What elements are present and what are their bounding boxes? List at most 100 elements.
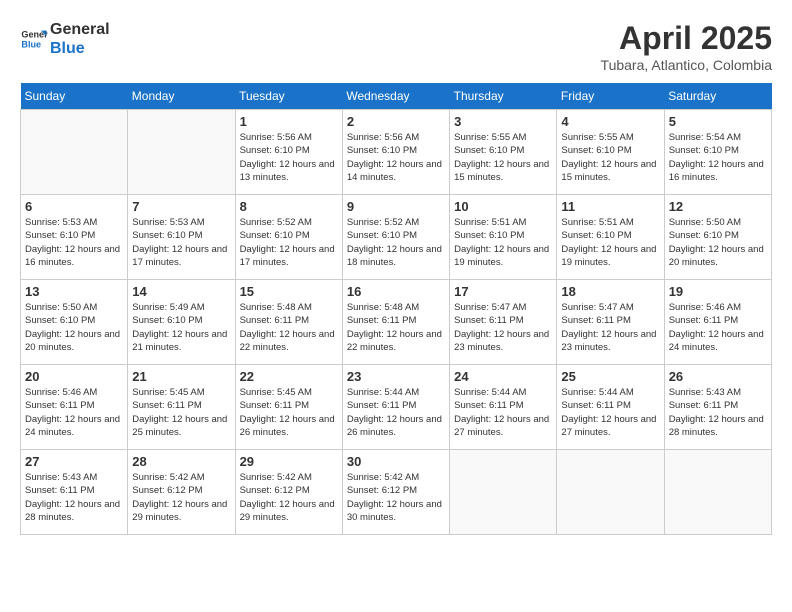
calendar-cell: 22 Sunrise: 5:45 AM Sunset: 6:11 PM Dayli… — [235, 365, 342, 450]
calendar-cell: 13 Sunrise: 5:50 AM Sunset: 6:10 PM Dayli… — [21, 280, 128, 365]
calendar-cell: 24Sunrise: 5:44 AM Sunset: 6:11 PM Dayli… — [450, 365, 557, 450]
logo-icon: General Blue — [20, 25, 48, 53]
day-number: 22 — [240, 369, 338, 384]
day-number: 8 — [240, 199, 338, 214]
day-number: 13 — [25, 284, 123, 299]
calendar-cell: 2 Sunrise: 5:56 AM Sunset: 6:10 PM Daylig… — [342, 110, 449, 195]
calendar-table: SundayMondayTuesdayWednesdayThursdayFrid… — [20, 83, 772, 535]
day-number: 1 — [240, 114, 338, 129]
day-info: Sunrise: 5:56 AM Sunset: 6:10 PM Dayligh… — [240, 131, 338, 184]
calendar-cell: 17 Sunrise: 5:47 AM Sunset: 6:11 PM Dayli… — [450, 280, 557, 365]
day-number: 10 — [454, 199, 552, 214]
day-info: Sunrise: 5:47 AM Sunset: 6:11 PM Dayligh… — [561, 301, 659, 354]
calendar-cell: 21 Sunrise: 5:45 AM Sunset: 6:11 PM Dayli… — [128, 365, 235, 450]
day-info: Sunrise: 5:42 AM Sunset: 6:12 PM Dayligh… — [347, 471, 445, 524]
week-row: 1 Sunrise: 5:56 AM Sunset: 6:10 PM Daylig… — [21, 110, 772, 195]
logo-text-block: General Blue — [50, 20, 110, 58]
calendar-cell: 12Sunrise: 5:50 AM Sunset: 6:10 PM Dayli… — [664, 195, 771, 280]
calendar-cell: 16Sunrise: 5:48 AM Sunset: 6:11 PM Dayli… — [342, 280, 449, 365]
weekday-header: Saturday — [664, 83, 771, 110]
calendar-cell — [664, 450, 771, 535]
week-row: 20 Sunrise: 5:46 AM Sunset: 6:11 PM Dayli… — [21, 365, 772, 450]
calendar-cell: 1 Sunrise: 5:56 AM Sunset: 6:10 PM Daylig… — [235, 110, 342, 195]
day-info: Sunrise: 5:45 AM Sunset: 6:11 PM Dayligh… — [132, 386, 230, 439]
calendar-cell: 30Sunrise: 5:42 AM Sunset: 6:12 PM Dayli… — [342, 450, 449, 535]
day-number: 17 — [454, 284, 552, 299]
day-number: 19 — [669, 284, 767, 299]
day-number: 4 — [561, 114, 659, 129]
day-number: 11 — [561, 199, 659, 214]
calendar-cell: 23 Sunrise: 5:44 AM Sunset: 6:11 PM Dayli… — [342, 365, 449, 450]
weekday-header-row: SundayMondayTuesdayWednesdayThursdayFrid… — [21, 83, 772, 110]
calendar-cell: 6 Sunrise: 5:53 AM Sunset: 6:10 PM Daylig… — [21, 195, 128, 280]
weekday-header: Monday — [128, 83, 235, 110]
location-title: Tubara, Atlantico, Colombia — [601, 57, 772, 73]
calendar-cell: 18 Sunrise: 5:47 AM Sunset: 6:11 PM Dayli… — [557, 280, 664, 365]
calendar-cell: 28 Sunrise: 5:42 AM Sunset: 6:12 PM Dayli… — [128, 450, 235, 535]
day-info: Sunrise: 5:56 AM Sunset: 6:10 PM Dayligh… — [347, 131, 445, 184]
calendar-cell: 25Sunrise: 5:44 AM Sunset: 6:11 PM Dayli… — [557, 365, 664, 450]
day-number: 15 — [240, 284, 338, 299]
day-number: 23 — [347, 369, 445, 384]
day-info: Sunrise: 5:47 AM Sunset: 6:11 PM Dayligh… — [454, 301, 552, 354]
day-info: Sunrise: 5:48 AM Sunset: 6:11 PM Dayligh… — [347, 301, 445, 354]
calendar-cell — [128, 110, 235, 195]
calendar-cell: 9 Sunrise: 5:52 AM Sunset: 6:10 PM Daylig… — [342, 195, 449, 280]
day-info: Sunrise: 5:42 AM Sunset: 6:12 PM Dayligh… — [132, 471, 230, 524]
day-info: Sunrise: 5:43 AM Sunset: 6:11 PM Dayligh… — [25, 471, 123, 524]
calendar-cell: 11 Sunrise: 5:51 AM Sunset: 6:10 PM Dayli… — [557, 195, 664, 280]
day-number: 18 — [561, 284, 659, 299]
day-info: Sunrise: 5:53 AM Sunset: 6:10 PM Dayligh… — [25, 216, 123, 269]
week-row: 6 Sunrise: 5:53 AM Sunset: 6:10 PM Daylig… — [21, 195, 772, 280]
day-info: Sunrise: 5:43 AM Sunset: 6:11 PM Dayligh… — [669, 386, 767, 439]
week-row: 27Sunrise: 5:43 AM Sunset: 6:11 PM Dayli… — [21, 450, 772, 535]
calendar-cell: 20 Sunrise: 5:46 AM Sunset: 6:11 PM Dayli… — [21, 365, 128, 450]
day-number: 6 — [25, 199, 123, 214]
calendar-cell: 3 Sunrise: 5:55 AM Sunset: 6:10 PM Daylig… — [450, 110, 557, 195]
calendar-cell: 10 Sunrise: 5:51 AM Sunset: 6:10 PM Dayli… — [450, 195, 557, 280]
calendar-cell — [557, 450, 664, 535]
month-title: April 2025 — [601, 20, 772, 57]
week-row: 13 Sunrise: 5:50 AM Sunset: 6:10 PM Dayli… — [21, 280, 772, 365]
day-info: Sunrise: 5:42 AM Sunset: 6:12 PM Dayligh… — [240, 471, 338, 524]
day-info: Sunrise: 5:48 AM Sunset: 6:11 PM Dayligh… — [240, 301, 338, 354]
day-number: 21 — [132, 369, 230, 384]
day-info: Sunrise: 5:54 AM Sunset: 6:10 PM Dayligh… — [669, 131, 767, 184]
day-info: Sunrise: 5:49 AM Sunset: 6:10 PM Dayligh… — [132, 301, 230, 354]
day-info: Sunrise: 5:44 AM Sunset: 6:11 PM Dayligh… — [561, 386, 659, 439]
day-info: Sunrise: 5:50 AM Sunset: 6:10 PM Dayligh… — [25, 301, 123, 354]
day-info: Sunrise: 5:44 AM Sunset: 6:11 PM Dayligh… — [347, 386, 445, 439]
day-info: Sunrise: 5:53 AM Sunset: 6:10 PM Dayligh… — [132, 216, 230, 269]
day-number: 9 — [347, 199, 445, 214]
day-info: Sunrise: 5:51 AM Sunset: 6:10 PM Dayligh… — [561, 216, 659, 269]
calendar-cell: 26 Sunrise: 5:43 AM Sunset: 6:11 PM Dayli… — [664, 365, 771, 450]
day-info: Sunrise: 5:55 AM Sunset: 6:10 PM Dayligh… — [454, 131, 552, 184]
svg-text:Blue: Blue — [21, 40, 41, 50]
day-info: Sunrise: 5:52 AM Sunset: 6:10 PM Dayligh… — [347, 216, 445, 269]
calendar-cell — [21, 110, 128, 195]
day-number: 14 — [132, 284, 230, 299]
title-block: April 2025 Tubara, Atlantico, Colombia — [601, 20, 772, 73]
day-number: 20 — [25, 369, 123, 384]
day-info: Sunrise: 5:46 AM Sunset: 6:11 PM Dayligh… — [25, 386, 123, 439]
calendar-cell: 14 Sunrise: 5:49 AM Sunset: 6:10 PM Dayli… — [128, 280, 235, 365]
calendar-cell: 15 Sunrise: 5:48 AM Sunset: 6:11 PM Dayli… — [235, 280, 342, 365]
day-number: 3 — [454, 114, 552, 129]
weekday-header: Tuesday — [235, 83, 342, 110]
day-info: Sunrise: 5:51 AM Sunset: 6:10 PM Dayligh… — [454, 216, 552, 269]
day-number: 24 — [454, 369, 552, 384]
weekday-header: Wednesday — [342, 83, 449, 110]
day-number: 12 — [669, 199, 767, 214]
day-number: 2 — [347, 114, 445, 129]
calendar-cell: 7Sunrise: 5:53 AM Sunset: 6:10 PM Daylig… — [128, 195, 235, 280]
day-number: 26 — [669, 369, 767, 384]
day-number: 29 — [240, 454, 338, 469]
day-info: Sunrise: 5:46 AM Sunset: 6:11 PM Dayligh… — [669, 301, 767, 354]
day-number: 28 — [132, 454, 230, 469]
day-info: Sunrise: 5:45 AM Sunset: 6:11 PM Dayligh… — [240, 386, 338, 439]
weekday-header: Sunday — [21, 83, 128, 110]
calendar-cell: 8Sunrise: 5:52 AM Sunset: 6:10 PM Daylig… — [235, 195, 342, 280]
day-info: Sunrise: 5:55 AM Sunset: 6:10 PM Dayligh… — [561, 131, 659, 184]
weekday-header: Thursday — [450, 83, 557, 110]
weekday-header: Friday — [557, 83, 664, 110]
